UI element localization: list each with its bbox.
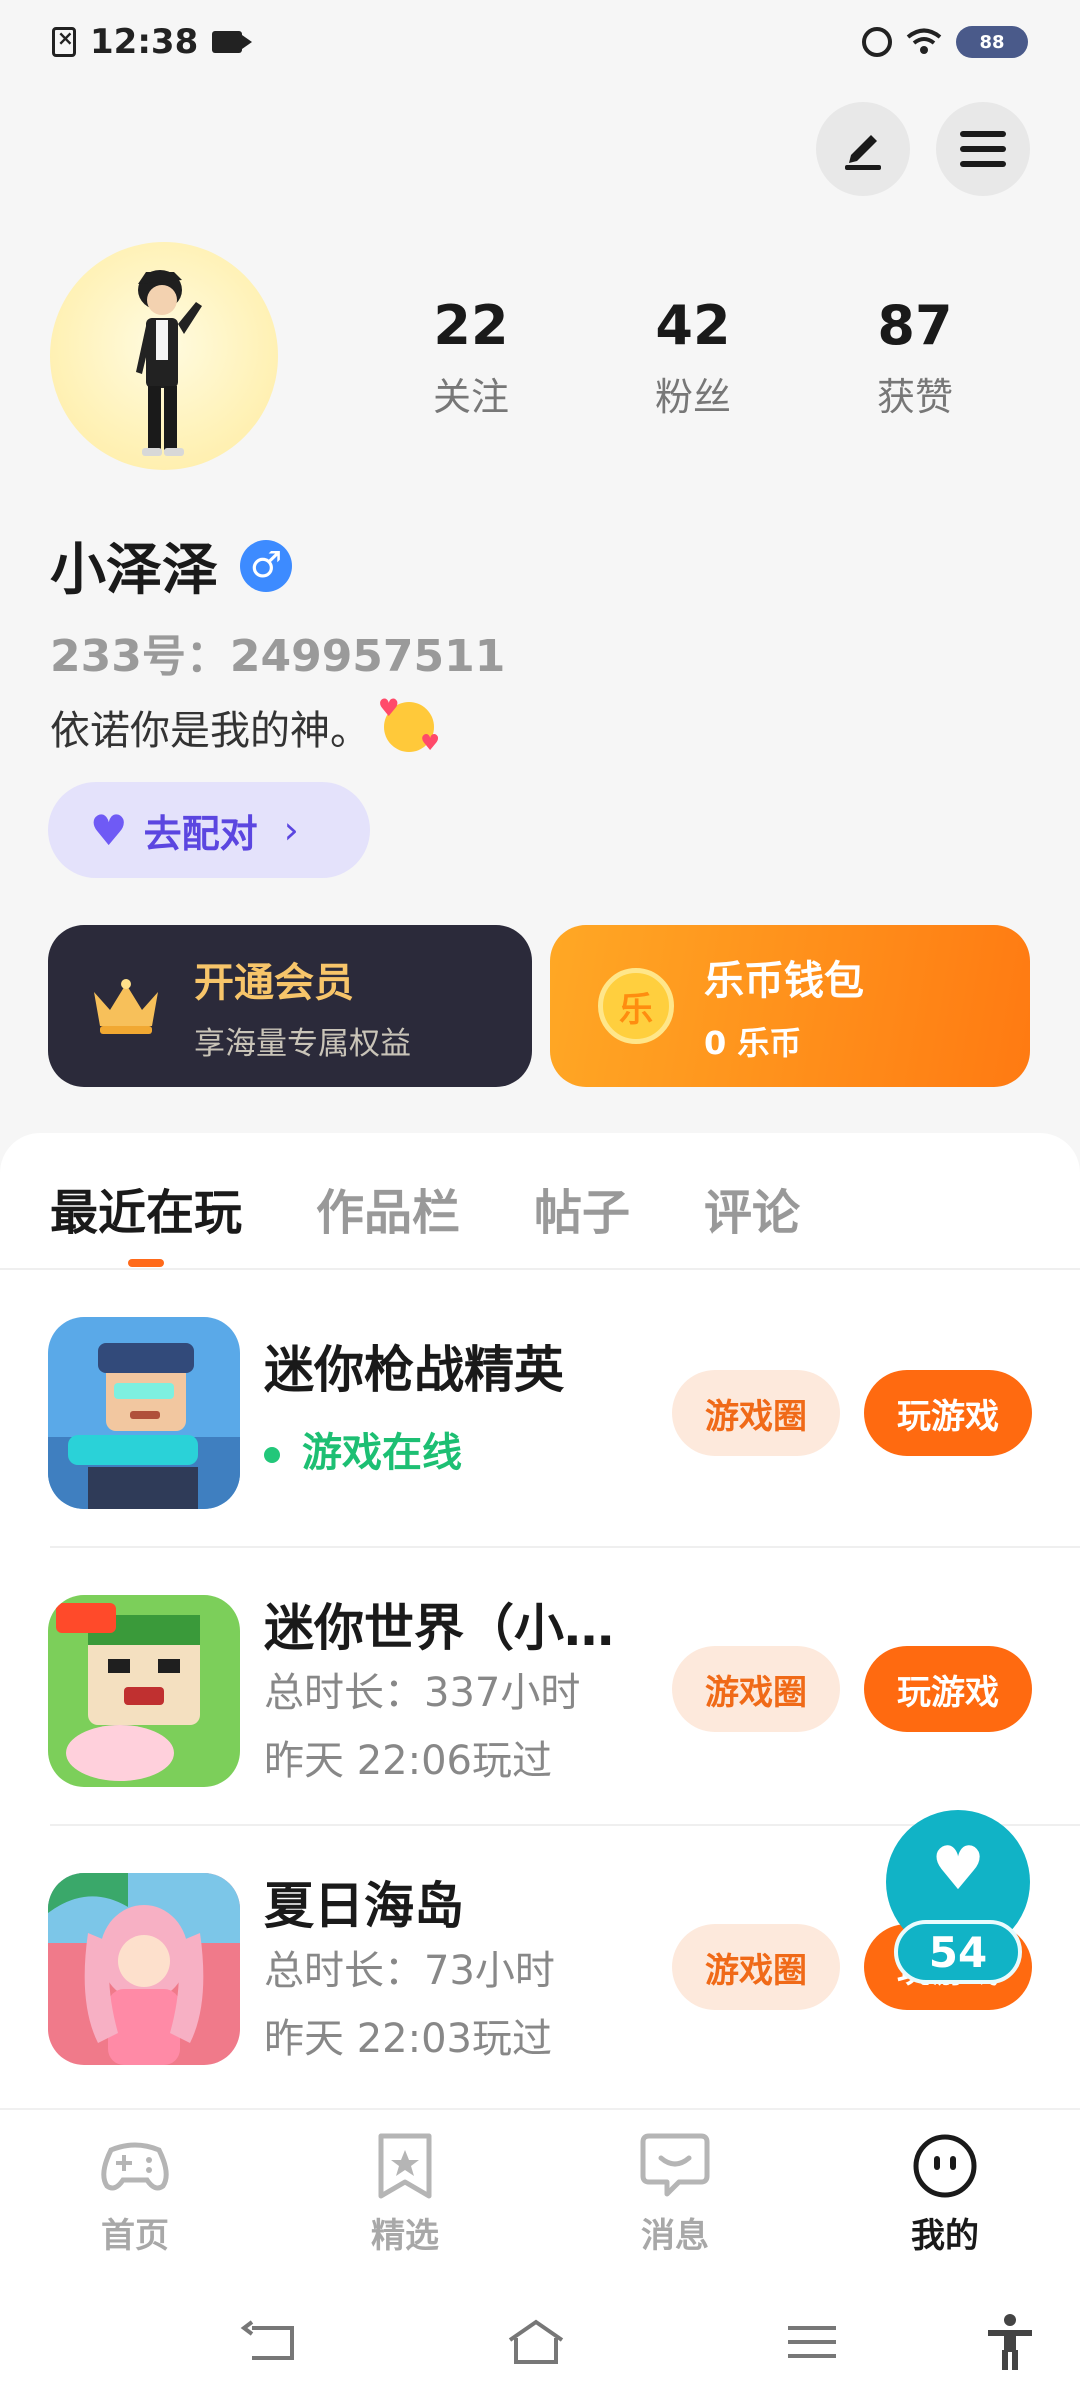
stat-likes[interactable]: 87 获赞 [804, 294, 1026, 421]
bio: 依诺你是我的神。 [50, 694, 440, 756]
edit-profile-button[interactable] [816, 102, 910, 196]
vip-card[interactable]: 开通会员 享海量专属权益 [48, 925, 532, 1087]
like-count: 54 [894, 1920, 1022, 1984]
no-sim-icon [52, 26, 76, 57]
status-time: 12:38 [90, 22, 199, 62]
chat-bubble-icon [640, 2133, 710, 2197]
stat-label: 关注 [432, 375, 509, 419]
game-title: 迷你枪战精英 [264, 1341, 564, 1399]
heart-icon: ♥ [90, 805, 128, 855]
male-gender-icon: ♂ [240, 539, 292, 592]
bottom-nav: 首页 精选 消息 我的 [0, 2108, 1080, 2284]
game-circle-button[interactable]: 游戏圈 [672, 1646, 840, 1732]
wallet-title: 乐币钱包 [704, 958, 864, 1004]
vip-subtitle: 享海量专属权益 [194, 1025, 411, 1062]
vip-title: 开通会员 [194, 959, 354, 1006]
nav-messages[interactable]: 消息 [540, 2110, 810, 2284]
system-nav-bar [0, 2284, 1080, 2400]
stat-following[interactable]: 22 关注 [360, 294, 582, 421]
stat-value: 87 [877, 294, 953, 357]
game-status: 游戏在线 [264, 1420, 462, 1478]
match-label: 去配对 [143, 811, 258, 856]
gamepad-icon [101, 2142, 169, 2191]
accessibility-icon[interactable] [980, 2314, 1040, 2370]
stat-value: 22 [433, 294, 509, 357]
avatar[interactable] [50, 242, 278, 470]
home-icon[interactable] [506, 2314, 566, 2370]
game-icon [48, 1873, 240, 2065]
game-title: 夏日海岛 [264, 1877, 464, 1935]
status-bar: 12:38 88 [0, 0, 1080, 84]
wallet-text: 乐币钱包 0 乐币 [704, 948, 864, 1064]
game-last-played: 昨天 22:03玩过 [264, 2016, 552, 2062]
tab-recent[interactable]: 最近在玩 [50, 1173, 242, 1243]
nav-label: 消息 [641, 2216, 709, 2256]
back-icon[interactable] [240, 2314, 300, 2370]
username-row: 小泽泽 ♂ [50, 525, 292, 606]
online-text: 游戏在线 [302, 1430, 462, 1476]
game-icon [48, 1317, 240, 1509]
tab-posts[interactable]: 帖子 [534, 1173, 630, 1243]
screen-record-icon [212, 31, 253, 53]
nav-home[interactable]: 首页 [0, 2110, 270, 2284]
list-item[interactable]: 迷你世界（小… 总时长：337小时 昨天 22:06玩过 游戏圈 玩游戏 [0, 1548, 1080, 1826]
tab-bar: 最近在玩 作品栏 帖子 评论 [50, 1173, 800, 1243]
game-circle-button[interactable]: 游戏圈 [672, 1924, 840, 2010]
tab-works[interactable]: 作品栏 [316, 1173, 460, 1243]
crown-icon [94, 979, 158, 1034]
avatar-figure [136, 270, 202, 456]
hamburger-icon [960, 131, 1006, 167]
online-dot [264, 1447, 280, 1463]
like-float-button[interactable]: ♥ 54 [886, 1810, 1030, 1988]
face-icon [913, 2134, 977, 2198]
username: 小泽泽 [50, 538, 218, 603]
game-circle-button[interactable]: 游戏圈 [672, 1370, 840, 1456]
bio-text: 依诺你是我的神。 [50, 708, 370, 754]
tab-comments[interactable]: 评论 [704, 1173, 800, 1243]
wifi-icon [906, 28, 942, 54]
star-bookmark-icon [378, 2133, 432, 2199]
smiling-face-hearts-icon [378, 694, 440, 756]
stat-label: 获赞 [876, 375, 953, 419]
wallet-balance: 0 乐币 [704, 1024, 802, 1062]
coin-icon: 乐 [598, 968, 674, 1044]
game-last-played: 昨天 22:06玩过 [264, 1738, 552, 1784]
stat-value: 42 [655, 294, 731, 357]
stat-followers[interactable]: 42 粉丝 [582, 294, 804, 421]
alarm-icon [862, 27, 892, 57]
battery-indicator: 88 [956, 26, 1028, 58]
pencil-icon [845, 135, 881, 170]
list-item[interactable]: 迷你枪战精英 游戏在线 游戏圈 玩游戏 [0, 1270, 1080, 1548]
nav-label: 我的 [911, 2208, 979, 2263]
game-playtime: 总时长：337小时 [264, 1670, 581, 1716]
recent-apps-icon[interactable] [782, 2314, 842, 2370]
user-id: 233号：249957511 [50, 631, 506, 682]
game-icon [48, 1595, 240, 1787]
vip-text: 开通会员 享海量专属权益 [194, 950, 411, 1063]
play-game-button[interactable]: 玩游戏 [864, 1370, 1032, 1456]
menu-button[interactable] [936, 102, 1030, 196]
nav-mine[interactable]: 我的 [810, 2110, 1080, 2284]
profile-stats: 22 关注 42 粉丝 87 获赞 [360, 294, 1026, 421]
stat-label: 粉丝 [654, 375, 731, 419]
play-game-button[interactable]: 玩游戏 [864, 1646, 1032, 1732]
chevron-right-icon: › [283, 808, 299, 852]
status-left: 12:38 [52, 22, 253, 62]
nav-featured[interactable]: 精选 [270, 2110, 540, 2284]
game-title: 迷你世界（小… [264, 1599, 614, 1657]
wallet-card[interactable]: 乐 乐币钱包 0 乐币 [550, 925, 1030, 1087]
nav-label: 精选 [371, 2216, 439, 2256]
status-right: 88 [862, 26, 1028, 58]
match-button[interactable]: ♥ 去配对 › [48, 782, 370, 878]
nav-label: 首页 [101, 2216, 169, 2256]
game-playtime: 总时长：73小时 [264, 1948, 555, 1994]
